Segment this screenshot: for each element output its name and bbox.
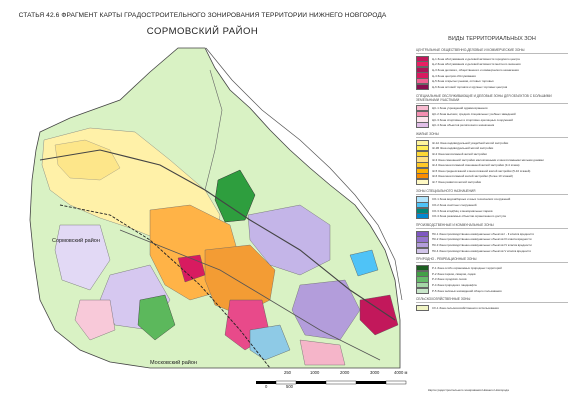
legend-item: ЦС-3 Зона спортивных и спортивно-зрелищн… <box>416 116 568 123</box>
legend-swatch <box>416 178 429 185</box>
district-label-sormovsky: Сормовский район <box>52 237 100 244</box>
legend-item-label: СХ-1 Зона сельскохозяйственного использо… <box>432 306 499 311</box>
scale-tick-4000: 4000 м <box>394 370 408 375</box>
legend-footer-note: Карта градостроительного зонирования Ниж… <box>428 388 509 392</box>
legend-item: ЦС-2 Зона высших, средних специальных уч… <box>416 110 568 118</box>
legend-section-title: СЕЛЬСКОХОЗЯЙСТВЕННЫЕ ЗОНЫ <box>416 297 568 304</box>
legend-item: Р-3 Зона городских лесов <box>416 276 568 283</box>
legend-item-label: Ж-4 Зона многоэтажной смешанной жилой за… <box>432 163 520 168</box>
legend-item-label: ПК-1 Зона производственно-коммунальных о… <box>432 231 535 236</box>
legend-item: Ж-1А Зона индивидуальной усадебной жилой… <box>416 139 568 146</box>
legend-item-label: Р-5 Зона зелёных насаждений общего польз… <box>432 288 502 293</box>
legend-item-label: Ж-7 Зона развития жилой застройки <box>432 179 482 184</box>
legend-item-label: Ц-2 Зона обслуживания и деловой активнос… <box>432 62 521 67</box>
legend-item-label: Ж-6 Зона многоэтажной жилой застройки (б… <box>432 174 513 179</box>
legend-item-label: СО-2 Зона очистных сооружений <box>432 203 477 208</box>
scale-subtick-0: 0 <box>265 384 268 389</box>
scale-subtick-500: 500 <box>286 384 293 389</box>
legend-item-label: Ц-3 Зона делового, общественного и комме… <box>432 67 519 72</box>
legend-item: Ж-4 Зона многоэтажной смешанной жилой за… <box>416 162 568 169</box>
legend-item-label: ЦС-1 Зона учреждений здравоохранения <box>432 106 488 111</box>
legend-item-label: Ц-1 Зона обслуживания и деловой активнос… <box>432 56 520 61</box>
map-subtitle: СОРМОВСКИЙ РАЙОН <box>146 26 259 37</box>
legend-item-label: ЦС-3 Зона спортивных и спортивно-зрелищн… <box>432 117 513 122</box>
legend-panel: ВИДЫ ТЕРРИТОРИАЛЬНЫХ ЗОН ЦЕНТРАЛЬНЫЕ ОБЩ… <box>408 36 568 396</box>
legend-item: Ж-6 Зона многоэтажной жилой застройки (б… <box>416 173 568 180</box>
district-label-moskovsky: Московский район <box>150 359 197 366</box>
legend-item-label: Ц-5 Зона открытых рынков, оптовых торгов… <box>432 79 494 84</box>
legend-item-label: Ж-5 Зона среднеэтажной и многоэтажной жи… <box>432 168 531 173</box>
legend-item: СО-2 Зона очистных сооружений <box>416 201 568 209</box>
legend-section-title: СПЕЦИАЛЬНЫЕ ОБСЛУЖИВАЮЩИЕ И ДЕЛОВЫЕ ЗОНЫ… <box>416 94 568 104</box>
legend-item-label: Ж-1Б Зона индивидуальной жилой застройки <box>432 146 494 151</box>
legend-item-label: Р-4 Зона природного ландшафта <box>432 283 477 288</box>
legend-item: ЦС-4 Зона объектов религиозного назначен… <box>416 122 568 129</box>
legend-item-label: СО-4 Зона режимных объектов ограниченног… <box>432 214 506 219</box>
legend-item-label: СО-3 Зона кладбищ и мемориальных парков <box>432 208 493 213</box>
legend-item: ПК-4 Зона производственно-коммунальных о… <box>416 247 568 254</box>
legend-section-title: ЗОНЫ СПЕЦИАЛЬНОГО НАЗНАЧЕНИЯ <box>416 189 568 195</box>
legend-item-label: Ц-6 Зона оптовой торговли и крупных торг… <box>432 84 508 89</box>
legend-item-label: Ж-3 Зона смешанной застройки малоэтажным… <box>432 157 544 162</box>
legend-title: ВИДЫ ТЕРРИТОРИАЛЬНЫХ ЗОН <box>448 36 536 42</box>
zoning-map[interactable]: Сормовский район Московский район <box>0 40 405 370</box>
legend-item-label: СО-1 Зона водозаборных и иных технически… <box>432 197 511 202</box>
scale-tick-1000: 1000 <box>310 370 320 375</box>
legend-section-title: ЖИЛЫЕ ЗОНЫ <box>416 132 568 138</box>
legend-item: Ж-3 Зона смешанной застройки малоэтажным… <box>416 156 568 163</box>
legend-swatch <box>416 287 429 294</box>
legend-item: Ц-1 Зона обслуживания и деловой активнос… <box>416 55 568 62</box>
legend-swatch <box>416 122 429 129</box>
legend-section-title: ПРИРОДНО - РЕКРЕАЦИОННЫЕ ЗОНЫ <box>416 257 568 264</box>
legend-item: Ц-4 Зона центров обслуживания <box>416 72 568 79</box>
legend-item: ПК-2 Зона производственно-коммунальных о… <box>416 236 568 243</box>
legend-item: Ж-5 Зона среднеэтажной и многоэтажной жи… <box>416 167 568 174</box>
legend-item: СО-1 Зона водозаборных и иных технически… <box>416 196 568 203</box>
legend-item: ПК-3 Зона производственно-коммунальных о… <box>416 241 568 249</box>
legend-item-label: Ж-1А Зона индивидуальной усадебной жилой… <box>432 140 509 145</box>
legend-item: СО-4 Зона режимных объектов ограниченног… <box>416 213 568 220</box>
legend-swatch <box>416 83 429 90</box>
legend-item-label: ПК-4 Зона производственно-коммунальных о… <box>432 248 531 253</box>
legend-item: ЦС-1 Зона учреждений здравоохранения <box>416 105 568 112</box>
legend-item: Ц-3 Зона делового, общественного и комме… <box>416 66 568 74</box>
legend-item: СО-3 Зона кладбищ и мемориальных парков <box>416 207 568 214</box>
legend-item-label: Ц-4 Зона центров обслуживания <box>432 73 476 78</box>
legend-item-label: Р-2 Зона парков, скверов, садов <box>432 271 476 276</box>
legend-item: Ж-1Б Зона индивидуальной жилой застройки <box>416 145 568 152</box>
legend-item: Ц-5 Зона открытых рынков, оптовых торгов… <box>416 78 568 85</box>
legend-item: ПК-1 Зона производственно-коммунальных о… <box>416 230 568 237</box>
legend-item-label: ЦС-2 Зона высших, средних специальных уч… <box>432 111 516 116</box>
legend-swatch <box>416 247 429 254</box>
legend-body: ЦЕНТРАЛЬНЫЕ ОБЩЕСТВЕННО-ДЕЛОВЫЕ И КОММЕР… <box>408 48 568 312</box>
legend-item-label: Р-3 Зона городских лесов <box>432 277 467 282</box>
legend-swatch <box>416 213 429 220</box>
legend-section-title: ПРОИЗВОДСТВЕННЫЕ И КОММУНАЛЬНЫЕ ЗОНЫ <box>416 223 568 230</box>
legend-item: Ц-2 Зона обслуживания и деловой активнос… <box>416 61 568 68</box>
scale-tick-3000: 3000 <box>370 370 380 375</box>
legend-item: Р-4 Зона природного ландшафта <box>416 281 568 289</box>
scale-bar: 250 1000 2000 3000 4000 м 0 500 <box>256 370 416 396</box>
legend-item-label: Р-1 Зона особо охраняемых природных терр… <box>432 266 502 271</box>
legend-item: СХ-1 Зона сельскохозяйственного использо… <box>416 305 568 312</box>
legend-swatch <box>416 305 429 312</box>
legend-item: Р-2 Зона парков, скверов, садов <box>416 270 568 277</box>
legend-item-label: ПК-2 Зона производственно-коммунальных о… <box>432 237 532 242</box>
map-title: СТАТЬЯ 42.6 ФРАГМЕНТ КАРТЫ ГРАДОСТРОИТЕЛ… <box>18 12 387 19</box>
legend-section-title: ЦЕНТРАЛЬНЫЕ ОБЩЕСТВЕННО-ДЕЛОВЫЕ И КОММЕР… <box>416 48 568 54</box>
scale-tick-250: 250 <box>284 370 291 375</box>
legend-item-label: ПК-3 Зона производственно-коммунальных о… <box>432 243 532 248</box>
legend-item: Ж-2 Зона малоэтажной жилой застройки <box>416 150 568 158</box>
legend-item-label: ЦС-4 Зона объектов религиозного назначен… <box>432 123 495 128</box>
legend-item: Р-5 Зона зелёных насаждений общего польз… <box>416 287 568 294</box>
scale-bar-graphic <box>256 380 407 385</box>
legend-item-label: Ж-2 Зона малоэтажной жилой застройки <box>432 151 487 156</box>
legend-item: Ж-7 Зона развития жилой застройки <box>416 178 568 185</box>
legend-item: Ц-6 Зона оптовой торговли и крупных торг… <box>416 83 568 90</box>
scale-tick-2000: 2000 <box>340 370 350 375</box>
legend-item: Р-1 Зона особо охраняемых природных терр… <box>416 265 568 272</box>
